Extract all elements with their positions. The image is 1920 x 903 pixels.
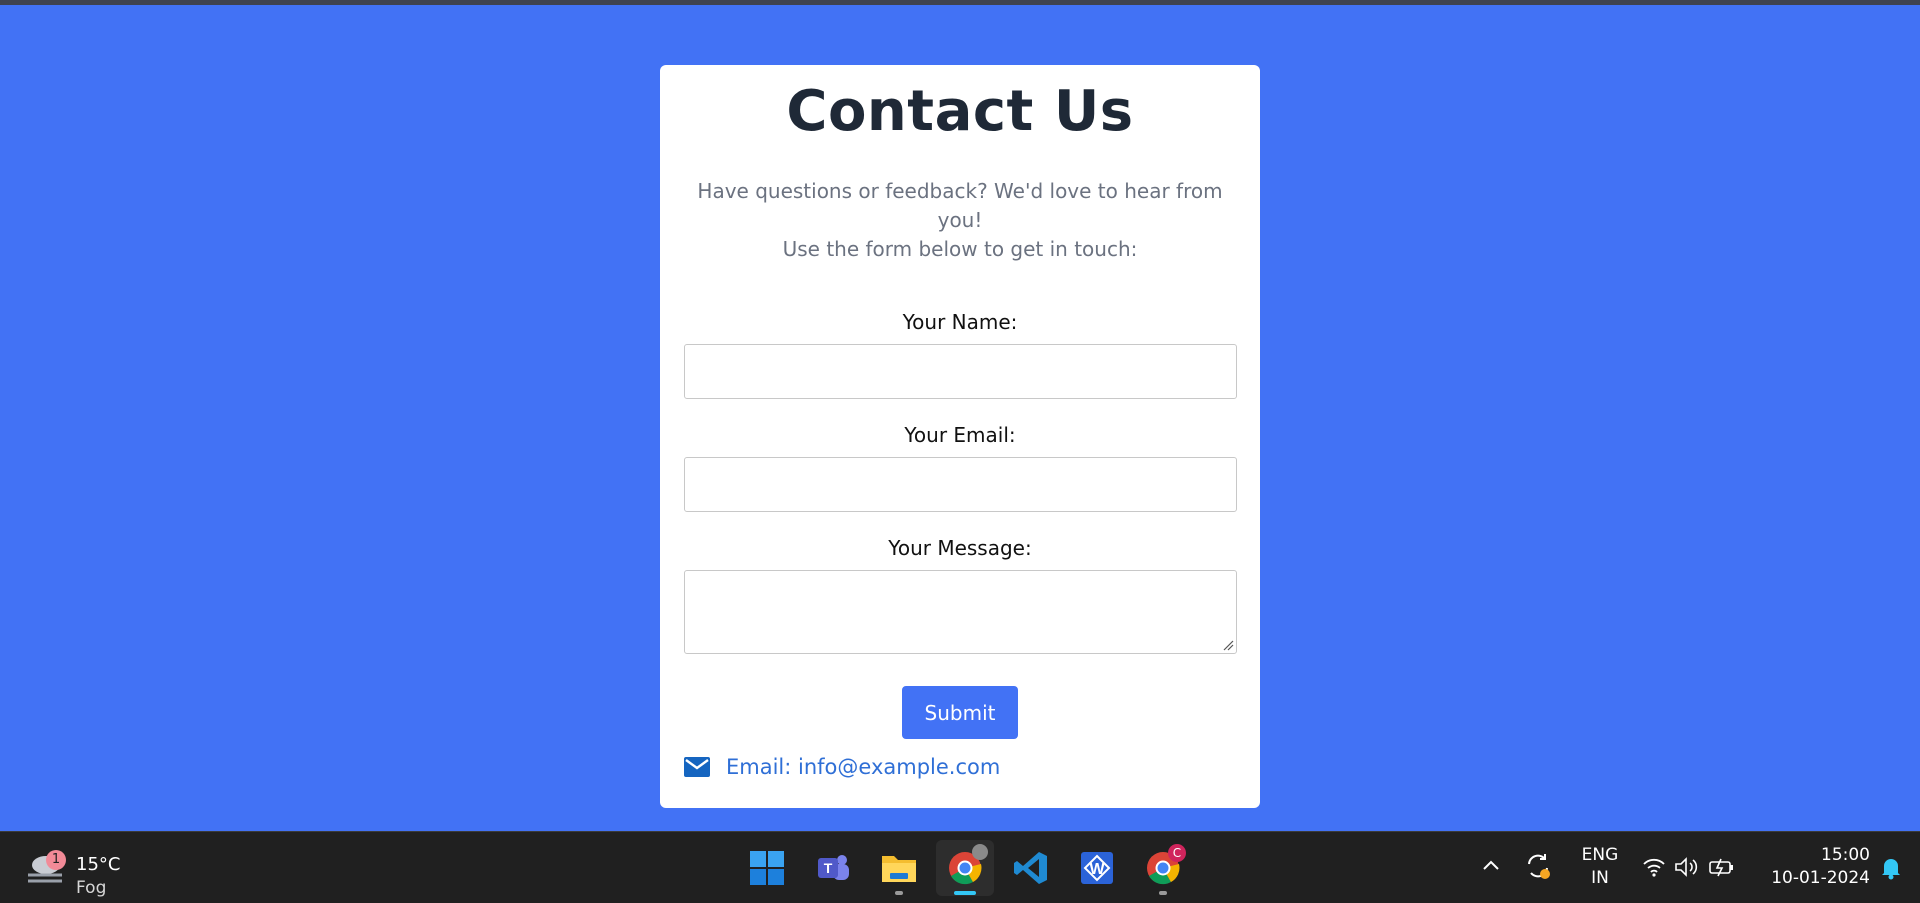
submit-button[interactable]: Submit [902,686,1018,739]
weather-condition: Fog [76,878,107,898]
windows-icon [750,851,784,885]
clock-time: 15:00 [1821,845,1870,865]
contact-card: Contact Us Have questions or feedback? W… [660,65,1260,808]
page-title: Contact Us [786,79,1134,144]
resize-grip-icon[interactable] [1222,639,1234,651]
svg-text:W: W [1089,861,1105,878]
name-input[interactable] [683,344,1237,399]
sync-icon[interactable] [1524,852,1552,880]
intro-line-1: Have questions or feedback? We'd love to… [697,179,1223,232]
wps-writer-app[interactable]: W [1068,840,1126,896]
start-button[interactable] [738,840,796,896]
browser-top-edge [0,0,1920,5]
vscode-icon [1014,852,1047,884]
teams-icon: T [818,855,849,880]
running-indicator [895,891,903,895]
running-indicator [1159,891,1167,895]
name-label: Your Name: [902,310,1018,334]
mail-icon [684,757,710,777]
weather-badge: 1 [46,850,66,870]
clock-date: 10-01-2024 [1771,868,1870,888]
message-textarea[interactable] [683,570,1237,654]
weather-temperature: 15°C [76,854,121,875]
volume-icon[interactable] [1674,856,1700,878]
vscode-app[interactable] [1002,840,1060,896]
contact-email-row[interactable]: Email: info@example.com [684,755,1000,779]
system-clock[interactable]: 15:00 10-01-2024 [1760,844,1870,890]
wifi-icon[interactable] [1642,856,1666,878]
writer-icon: W [1081,852,1113,884]
profile-badge: C [1168,844,1186,862]
language-indicator[interactable]: ENG IN [1575,844,1625,890]
email-label: Your Email: [904,423,1016,447]
weather-widget[interactable]: 1 15°C Fog [24,842,134,898]
taskbar-apps: T W C [738,840,1200,896]
contact-email-link[interactable]: Email: info@example.com [726,755,1000,779]
language-region: IN [1591,868,1609,888]
folder-icon [882,856,916,882]
intro-line-2: Use the form below to get in touch: [782,237,1138,261]
message-label: Your Message: [888,536,1032,560]
file-explorer-app[interactable] [870,840,928,896]
system-tray: ENG IN 15:00 10-01-2024 [1460,832,1920,903]
chrome-profile-app[interactable]: C [1134,840,1192,896]
chrome-profile-badge [972,844,988,860]
teams-app[interactable]: T [804,840,862,896]
notification-bell-icon[interactable] [1880,856,1902,880]
svg-text:T: T [824,860,833,876]
intro-text: Have questions or feedback? We'd love to… [675,177,1245,264]
taskbar: 1 15°C Fog T W C ENG IN 15:00 10-01-2024 [0,831,1920,903]
email-input[interactable] [683,457,1237,512]
active-indicator [954,891,976,895]
chrome-app[interactable] [936,840,994,896]
battery-charging-icon[interactable] [1708,856,1736,878]
language-code: ENG [1581,845,1619,865]
chevron-up-icon[interactable] [1482,858,1500,872]
